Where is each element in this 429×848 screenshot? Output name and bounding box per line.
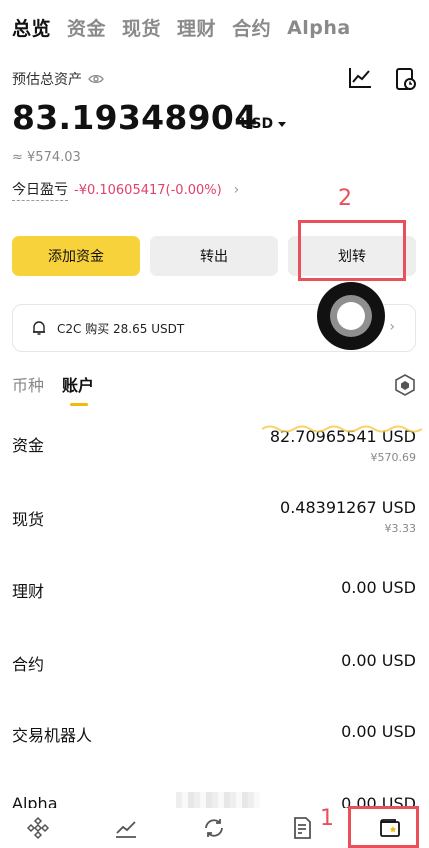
history-icon[interactable] [395,67,417,91]
account-row-spot[interactable]: 现货 0.48391267 USD ¥3.33 [12,498,416,538]
approx-cny: ≈ ¥574.03 [12,150,81,165]
account-row-futures[interactable]: 合约 0.00 USD [12,651,416,675]
annotation-label-2: 2 [338,186,352,211]
c2c-text: C2C 购买 28.65 USDT [57,321,185,336]
binance-home-icon[interactable] [26,816,50,840]
account-name: 合约 [12,655,45,674]
tab-earn[interactable]: 理财 [177,14,216,41]
chart-icon[interactable] [348,67,372,89]
tab-alpha[interactable]: Alpha [287,17,351,39]
annotation-label-1: 1 [320,806,334,831]
currency-label: USD [240,116,274,132]
tab-account[interactable]: 账户 [62,372,94,406]
account-fiat: ¥3.33 [384,522,417,535]
account-row-trading-bots[interactable]: 交易机器人 0.00 USD [12,722,416,746]
account-amount: 0.00 USD [341,722,416,741]
account-name: 交易机器人 [12,726,93,745]
tab-spot[interactable]: 现货 [122,14,161,41]
bell-icon [33,321,45,335]
add-funds-button[interactable]: 添加资金 [12,236,140,276]
estimated-assets-label: 预估总资产 [12,69,104,89]
sub-tabs: 币种 账户 [12,372,94,406]
account-name: 理财 [12,582,45,601]
yellow-scribble [262,425,423,433]
account-amount: 0.00 USD [341,651,416,670]
trade-icon[interactable] [202,816,226,840]
withdraw-button[interactable]: 转出 [150,236,278,276]
markets-icon[interactable] [114,816,138,840]
chevron-right-icon: › [389,319,395,335]
pnl-value: -¥0.10605417(-0.00%) [74,182,222,198]
annotation-box-1 [348,806,419,848]
record-core [337,302,365,330]
account-name: 现货 [12,510,45,529]
orders-icon[interactable] [290,816,314,840]
account-row-funding[interactable]: 资金 82.70965541 USD ¥570.69 [12,427,417,472]
caret-down-icon [278,121,287,127]
tab-funding[interactable]: 资金 [67,14,106,41]
chevron-right-icon: › [233,182,240,198]
account-row-earn[interactable]: 理财 0.00 USD [12,578,416,602]
account-amount: 0.48391267 USD [280,498,416,517]
pnl-label: 今日盈亏 [12,179,68,201]
settings-hexagon-icon[interactable] [395,374,415,396]
top-tabs: 总览 资金 现货 理财 合约 Alpha [12,14,351,41]
account-amount: 0.00 USD [341,578,416,597]
account-fiat: ¥570.69 [370,451,417,464]
total-balance: 83.19348904 [12,98,258,137]
account-name: 资金 [12,436,45,455]
estimated-assets-text: 预估总资产 [12,72,82,88]
tab-coin[interactable]: 币种 [12,372,44,396]
annotation-box-2 [298,220,406,281]
floating-record-button[interactable] [317,282,385,350]
tab-futures[interactable]: 合约 [232,14,271,41]
currency-selector[interactable]: USD [240,116,287,132]
today-pnl[interactable]: 今日盈亏 -¥0.10605417(-0.00%) › [12,179,239,201]
tab-overview[interactable]: 总览 [12,14,51,41]
eye-icon[interactable] [88,74,104,84]
